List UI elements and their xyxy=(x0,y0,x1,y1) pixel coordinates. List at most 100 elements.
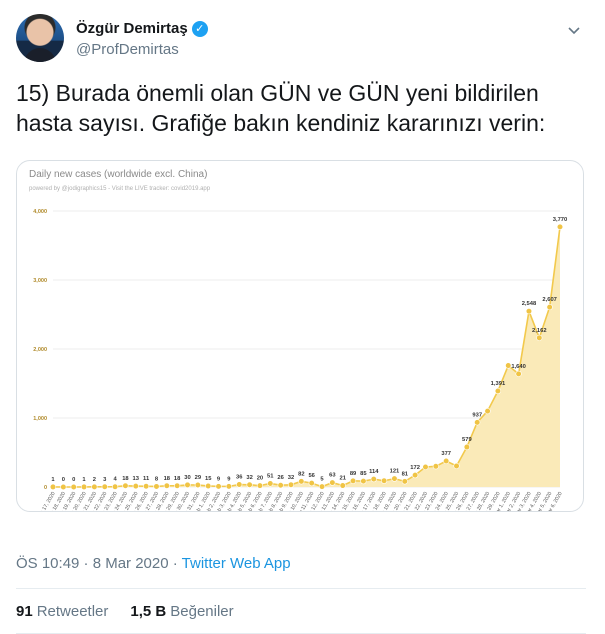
data-point xyxy=(463,443,470,451)
data-label: 1,640 xyxy=(511,364,526,370)
data-label: 32 xyxy=(246,475,252,481)
data-point xyxy=(556,223,564,230)
data-label: 18 xyxy=(164,476,171,482)
data-point xyxy=(246,481,253,488)
data-label: 4 xyxy=(113,477,117,483)
data-point xyxy=(329,479,336,486)
source-link[interactable]: Twitter Web App xyxy=(182,555,291,572)
data-label: 26 xyxy=(277,475,284,481)
data-point xyxy=(453,462,460,470)
data-label: 579 xyxy=(462,437,472,443)
data-label: 51 xyxy=(267,473,274,479)
data-label: 85 xyxy=(360,471,367,477)
data-label: 5 xyxy=(320,477,324,483)
data-point xyxy=(505,362,512,369)
divider xyxy=(16,588,586,589)
daily-cases-chart: 4,0003,0002,0001,00001 0 0 1 2 3 4 18 13 11 8 18 18 3… xyxy=(33,209,567,511)
data-point xyxy=(525,308,533,315)
data-label: 89 xyxy=(350,471,357,477)
retweets-count: 91 xyxy=(16,603,33,620)
likes-stat[interactable]: 1,5 B Beğeniler xyxy=(130,603,233,620)
tweet-meta: ÖS 10:49 · 8 Mar 2020 · Twitter Web App xyxy=(16,555,291,572)
data-label: 32 xyxy=(288,475,294,481)
data-label: 63 xyxy=(329,473,336,479)
data-label: 9 xyxy=(227,476,231,482)
data-point xyxy=(422,463,429,471)
data-point xyxy=(349,477,357,484)
data-label: 30 xyxy=(184,475,190,481)
media-card[interactable]: Daily new cases (worldwide excl. China) … xyxy=(16,160,584,512)
data-point xyxy=(277,482,284,489)
author-handle[interactable]: @ProfDemirtas xyxy=(76,41,179,58)
data-label: 2 xyxy=(93,477,96,483)
y-tick-label: 0 xyxy=(44,485,47,491)
data-point xyxy=(215,483,222,490)
data-label: 1 xyxy=(82,477,86,483)
data-point xyxy=(91,483,98,490)
data-point xyxy=(111,483,119,490)
y-tick-label: 2,000 xyxy=(33,347,47,353)
data-label: 172 xyxy=(410,465,420,471)
data-point xyxy=(60,483,67,491)
data-label: 121 xyxy=(390,469,400,475)
y-tick-label: 1,000 xyxy=(33,416,47,422)
data-point xyxy=(515,370,522,377)
data-point xyxy=(339,482,346,489)
y-tick-label: 3,000 xyxy=(33,278,47,284)
data-label: 1 xyxy=(51,477,55,483)
likes-count: 1,5 B xyxy=(130,603,167,620)
author-name-row[interactable]: Özgür Demirtaş ✓ xyxy=(76,20,208,37)
data-point xyxy=(474,419,481,426)
avatar[interactable] xyxy=(16,14,64,62)
chevron-down-icon[interactable] xyxy=(566,22,582,38)
data-point xyxy=(153,483,160,490)
data-point xyxy=(370,476,377,483)
data-point xyxy=(163,482,170,489)
data-label: 18 xyxy=(174,476,181,482)
data-point xyxy=(287,481,295,488)
tweet-text: 15) Burada önemli olan GÜN ve GÜN yeni b… xyxy=(16,80,546,136)
series-area xyxy=(53,226,560,487)
data-point xyxy=(80,483,88,491)
data-label: 8 xyxy=(155,476,159,482)
data-label: 82 xyxy=(298,471,304,477)
data-label: 36 xyxy=(236,475,243,481)
data-point xyxy=(308,480,315,487)
data-point xyxy=(256,482,264,489)
data-point xyxy=(236,481,243,488)
data-label: 13 xyxy=(133,476,140,482)
data-label: 81 xyxy=(402,471,409,477)
data-label: 15 xyxy=(205,476,212,482)
verified-badge-icon: ✓ xyxy=(191,20,208,37)
author-display-name[interactable]: Özgür Demirtaş xyxy=(76,20,188,37)
y-tick-label: 4,000 xyxy=(33,209,47,215)
data-label: 1,391 xyxy=(491,381,506,387)
data-label: 2,607 xyxy=(542,297,557,303)
data-label: 377 xyxy=(441,451,451,457)
retweets-stat[interactable]: 91 Retweetler xyxy=(16,603,108,620)
data-label: 937 xyxy=(472,412,482,418)
data-label: 0 xyxy=(72,477,75,483)
data-point xyxy=(101,483,108,490)
data-point xyxy=(132,483,139,490)
data-label: 29 xyxy=(195,475,202,481)
data-label: 11 xyxy=(143,476,150,482)
data-point xyxy=(318,483,326,490)
tweet-stats: 91 Retweetler 1,5 B Beğeniler xyxy=(16,603,234,620)
data-point xyxy=(391,475,398,482)
data-point xyxy=(267,480,274,487)
data-point xyxy=(443,457,450,465)
timestamp[interactable]: ÖS 10:49 · 8 Mar 2020 · xyxy=(16,555,178,572)
data-label: 3 xyxy=(103,477,107,483)
data-label: 20 xyxy=(257,476,263,482)
data-point xyxy=(174,482,181,489)
data-point xyxy=(546,304,553,311)
data-point xyxy=(70,483,77,491)
likes-label: Beğeniler xyxy=(170,603,234,620)
data-label: 18 xyxy=(122,476,129,482)
data-label: 2,162 xyxy=(532,328,547,334)
data-point xyxy=(432,463,439,470)
data-point xyxy=(225,483,232,490)
data-label: 56 xyxy=(308,473,315,479)
data-label: 114 xyxy=(369,469,379,475)
